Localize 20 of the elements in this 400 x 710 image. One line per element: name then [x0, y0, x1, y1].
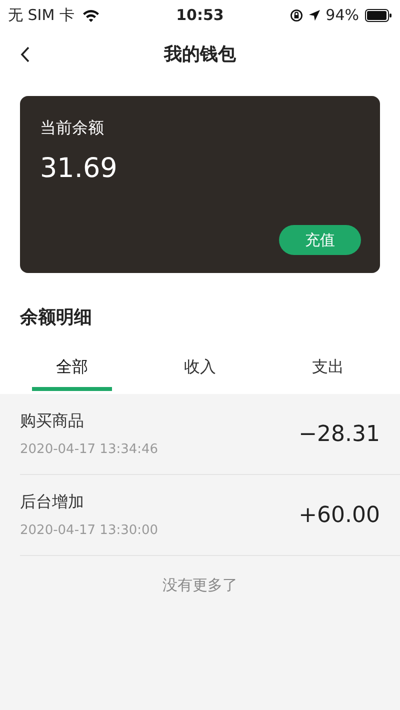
transaction-time: 2020-04-17 13:34:46	[20, 442, 158, 457]
no-more-text: 没有更多了	[162, 576, 238, 595]
transaction-time: 2020-04-17 13:30:00	[20, 523, 158, 538]
transaction-amount: +60.00	[298, 502, 380, 528]
rotation-lock-icon	[290, 8, 303, 22]
wifi-icon	[82, 8, 100, 22]
transaction-amount: −28.31	[298, 422, 380, 446]
battery-icon	[365, 8, 392, 22]
tab[interactable]: 支出	[288, 347, 368, 391]
tab[interactable]: 收入	[160, 347, 240, 391]
battery-percent: 94%	[326, 6, 359, 24]
page-title: 我的钱包	[164, 43, 236, 66]
balance-amount: 31.69	[40, 153, 118, 184]
transaction-title: 后台增加	[20, 492, 85, 513]
section-title: 余额明细	[20, 306, 92, 329]
carrier-text: 无 SIM 卡	[8, 6, 74, 24]
transaction-title: 购买商品	[20, 411, 85, 432]
balance-label: 当前余额	[40, 118, 104, 139]
location-arrow-icon	[308, 10, 320, 20]
clock-time: 10:53	[176, 6, 224, 24]
